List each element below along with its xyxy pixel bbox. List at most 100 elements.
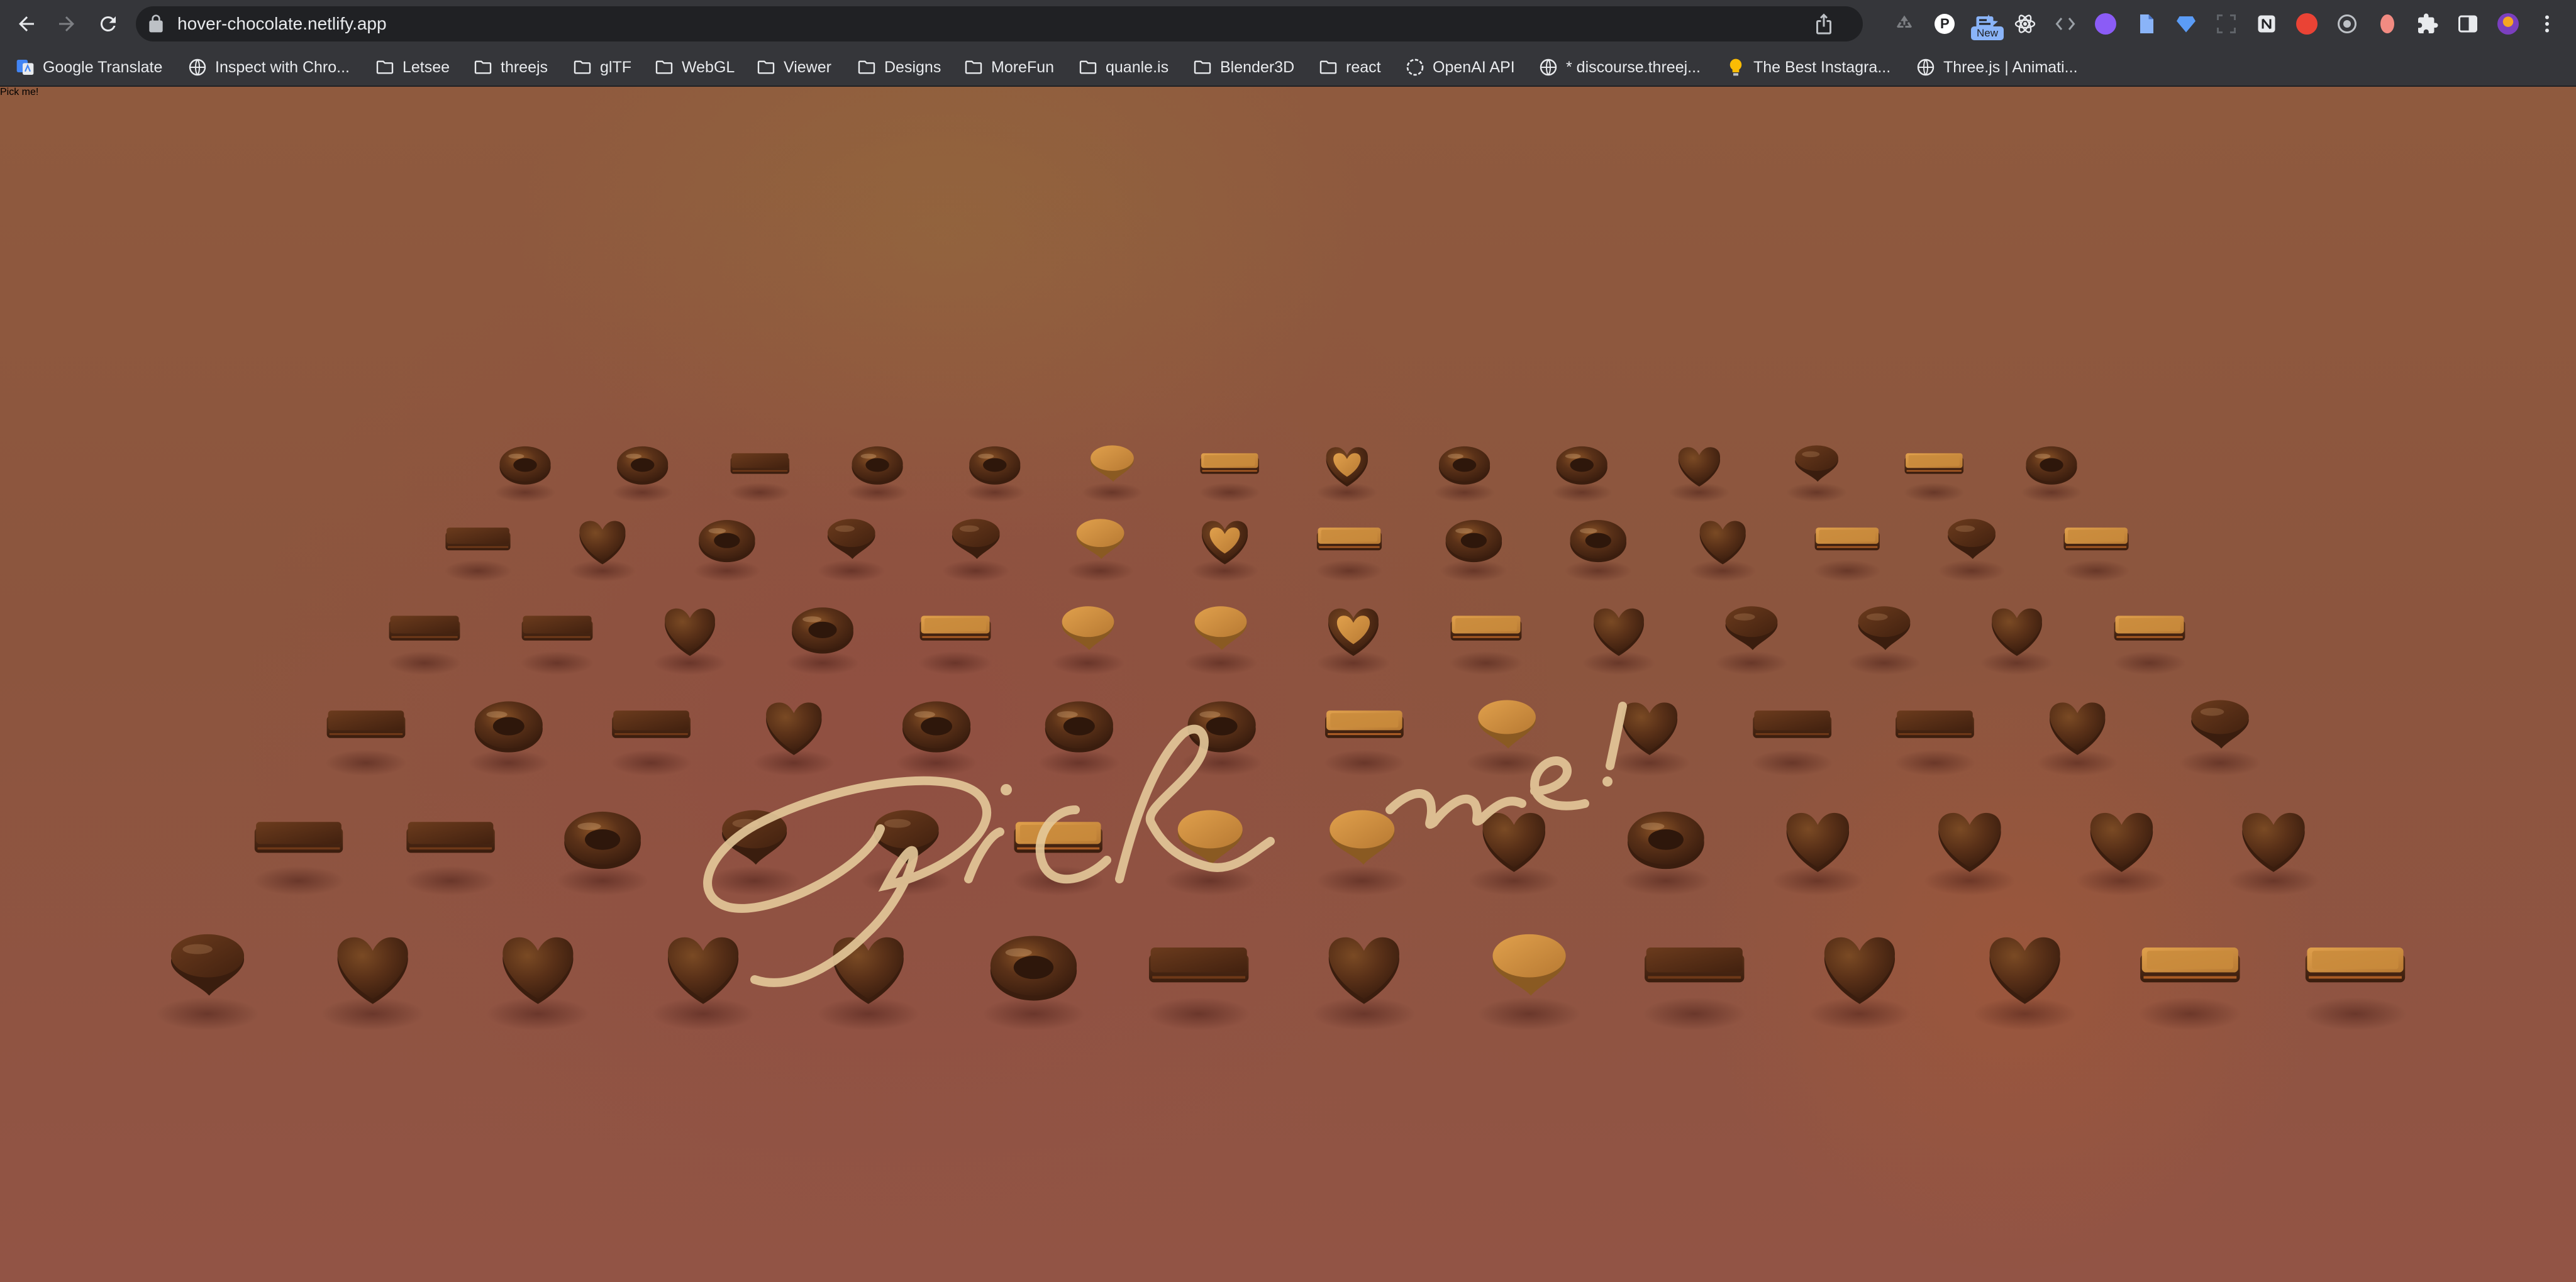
chocolate-drop[interactable] — [1316, 810, 1408, 896]
side-panel-icon[interactable] — [2455, 11, 2480, 36]
chocolate-heart[interactable] — [1316, 447, 1378, 502]
chocolate-heart[interactable] — [2075, 812, 2168, 896]
chocolate-bar[interactable] — [2138, 947, 2242, 1031]
chocolate-bar[interactable] — [1894, 710, 1975, 776]
screenshot-extension-icon[interactable] — [2214, 11, 2239, 36]
chocolate-drop[interactable] — [818, 519, 886, 582]
chocolate-donut[interactable] — [1434, 446, 1495, 502]
bookmark-item[interactable]: WebGL — [654, 54, 735, 80]
react-devtools-icon[interactable] — [2012, 11, 2038, 36]
bookmark-item[interactable]: MoreFun — [963, 54, 1054, 80]
chocolate-scene[interactable] — [0, 87, 2576, 1282]
bookmark-item[interactable]: Letsee — [375, 54, 450, 80]
chocolate-heart[interactable] — [1313, 937, 1416, 1031]
bookmark-item[interactable]: threejs — [473, 54, 548, 80]
chocolate-bar[interactable] — [253, 822, 345, 896]
chocolate-donut[interactable] — [1551, 446, 1613, 502]
chocolate-bar[interactable] — [1813, 528, 1881, 582]
share-icon[interactable] — [1813, 13, 1835, 35]
chocolate-bar[interactable] — [1643, 947, 1746, 1031]
bookmark-item[interactable]: quanle.is — [1078, 54, 1169, 80]
chocolate-donut[interactable] — [1038, 701, 1120, 776]
docs-extension-icon[interactable] — [2133, 11, 2158, 36]
bookmark-item[interactable]: Blender3D — [1192, 54, 1294, 80]
chocolate-heart[interactable] — [1582, 608, 1656, 675]
back-button[interactable] — [11, 9, 42, 39]
bookmark-item[interactable]: Google Translate — [15, 54, 162, 80]
chocolate-drop[interactable] — [1477, 934, 1581, 1031]
chocolate-drop[interactable] — [709, 810, 801, 896]
recycle-extension-icon[interactable] — [1892, 11, 1917, 36]
chocolate-donut[interactable] — [847, 446, 908, 502]
chocolate-heart[interactable] — [1609, 702, 1690, 776]
bookmark-item[interactable]: The Best Instagra... — [1726, 54, 1890, 80]
chocolate-bar[interactable] — [444, 528, 512, 582]
chocolate-bar[interactable] — [1752, 710, 1833, 776]
chocolate-drop[interactable] — [1786, 445, 1847, 502]
bookmark-item[interactable]: * discourse.threej... — [1538, 54, 1701, 80]
chocolate-heart[interactable] — [1468, 812, 1560, 896]
chocolate-bar[interactable] — [2304, 947, 2407, 1031]
chocolate-drop[interactable] — [156, 934, 259, 1031]
notion-icon[interactable] — [2254, 11, 2279, 36]
code-extension-icon[interactable] — [2053, 11, 2078, 36]
forward-button[interactable] — [52, 9, 82, 39]
chocolate-heart[interactable] — [1924, 812, 2016, 896]
chocolate-donut[interactable] — [964, 446, 1026, 502]
chocolate-heart[interactable] — [1689, 521, 1757, 582]
chocolate-heart[interactable] — [753, 702, 835, 776]
chocolate-drop[interactable] — [1067, 519, 1134, 582]
chocolate-donut[interactable] — [1564, 520, 1632, 582]
bookmark-item[interactable]: react — [1318, 54, 1381, 80]
chocolate-donut[interactable] — [982, 936, 1085, 1031]
chocolate-drop[interactable] — [1082, 445, 1143, 502]
bookmark-item[interactable]: glTF — [572, 54, 631, 80]
bookmark-item[interactable]: Three.js | Animati... — [1916, 54, 2078, 80]
bookmark-item[interactable]: OpenAI API — [1405, 54, 1515, 80]
chocolate-donut[interactable] — [1181, 701, 1263, 776]
chocolate-donut[interactable] — [494, 446, 556, 502]
chocolate-heart[interactable] — [653, 608, 727, 675]
chocolate-donut[interactable] — [693, 520, 761, 582]
chocolate-heart[interactable] — [1973, 937, 2077, 1031]
chocolate-heart[interactable] — [321, 937, 425, 1031]
chocolate-bar[interactable] — [1013, 822, 1104, 896]
chocolate-bar[interactable] — [918, 616, 992, 675]
chocolate-heart[interactable] — [569, 521, 636, 582]
purple-extension-icon[interactable] — [2093, 11, 2118, 36]
chocolate-drop[interactable] — [1938, 519, 2006, 582]
chocolate-heart[interactable] — [1668, 447, 1730, 502]
chocolate-donut[interactable] — [1620, 811, 1712, 896]
chocolate-bar[interactable] — [520, 616, 594, 675]
chocolate-donut[interactable] — [1440, 520, 1507, 582]
chocolate-drop[interactable] — [1184, 606, 1258, 675]
bookmark-item[interactable]: Viewer — [756, 54, 831, 80]
chocolate-heart[interactable] — [1808, 937, 1911, 1031]
address-bar[interactable]: hover-chocolate.netlify.app — [136, 6, 1998, 41]
reload-button[interactable] — [93, 9, 123, 39]
chocolate-drop[interactable] — [1847, 606, 1921, 675]
p-extension-icon[interactable]: P — [1932, 11, 1957, 36]
chocolate-heart[interactable] — [2036, 702, 2118, 776]
chocolate-bar[interactable] — [1449, 616, 1523, 675]
chocolate-donut[interactable] — [896, 701, 977, 776]
chocolate-bar[interactable] — [1199, 453, 1260, 502]
chocolate-donut[interactable] — [557, 811, 648, 896]
puzzle-extensions-icon[interactable] — [2415, 11, 2440, 36]
chocolate-heart[interactable] — [816, 937, 920, 1031]
bookmark-item[interactable]: Designs — [857, 54, 941, 80]
chocolate-heart[interactable] — [1316, 608, 1391, 675]
circle-extension-icon[interactable] — [2334, 11, 2360, 36]
chocolate-drop[interactable] — [860, 810, 952, 896]
chocolate-bar[interactable] — [325, 710, 407, 776]
chocolate-bar[interactable] — [1316, 528, 1383, 582]
chocolate-drop[interactable] — [1164, 810, 1256, 896]
chocolate-drop[interactable] — [1714, 606, 1789, 675]
chocolate-heart[interactable] — [1191, 521, 1258, 582]
chocolate-drop[interactable] — [942, 519, 1010, 582]
chocolate-bar[interactable] — [2062, 528, 2130, 582]
profile-avatar[interactable] — [2496, 11, 2521, 36]
chocolate-heart[interactable] — [486, 937, 590, 1031]
chocolate-bar[interactable] — [730, 453, 791, 502]
browser-menu-icon[interactable] — [2534, 11, 2560, 36]
